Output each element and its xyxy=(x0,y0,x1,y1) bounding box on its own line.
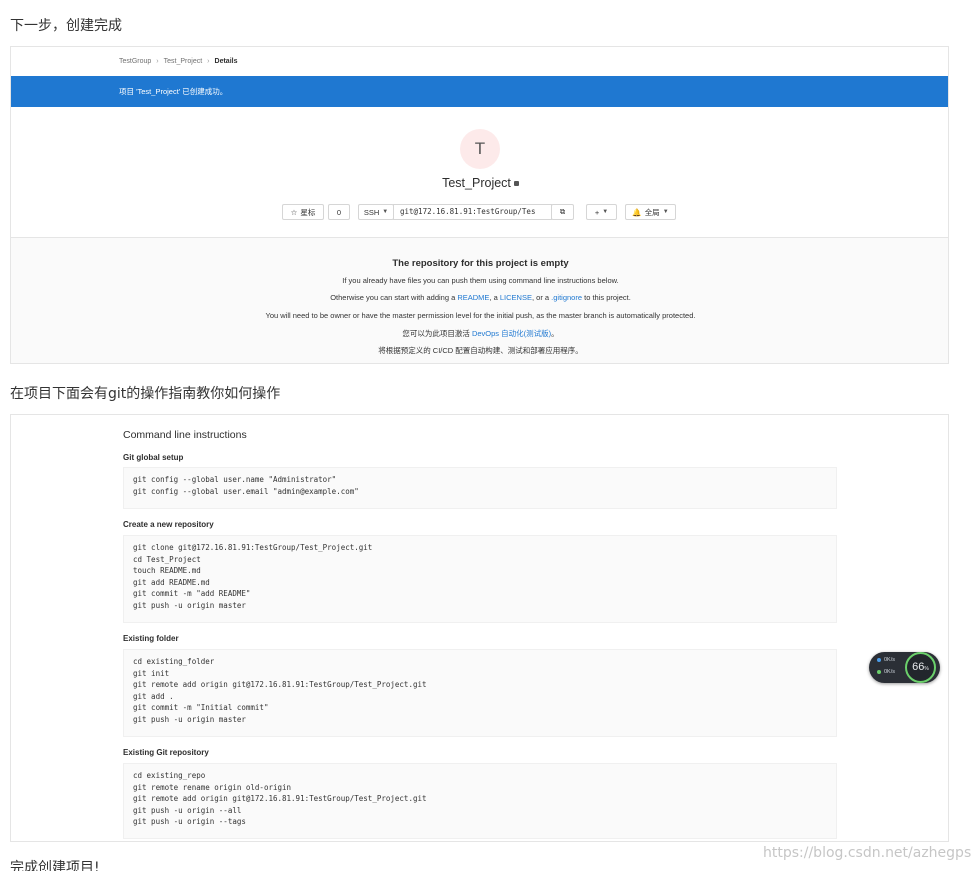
readme-link[interactable]: README xyxy=(457,293,489,302)
upload-speed-value: 0K/s xyxy=(884,657,896,663)
code-line: git remote rename origin old-origin xyxy=(133,782,292,792)
breadcrumb-current[interactable]: Details xyxy=(215,58,238,65)
notification-dropdown[interactable]: 🔔 全局 ▼ xyxy=(625,204,676,220)
code-line: git commit -m "Initial commit" xyxy=(133,703,269,712)
code-line: cd existing_folder xyxy=(133,657,215,666)
caret-down-icon: ▼ xyxy=(602,209,609,215)
clone-protocol-dropdown[interactable]: SSH ▼ xyxy=(358,204,394,220)
upload-speed: 0K/s xyxy=(877,657,895,663)
watermark: https://blog.csdn.net/azhegps xyxy=(763,845,972,861)
memory-usage-gauge: 66% xyxy=(905,652,936,683)
caret-down-icon: ▼ xyxy=(382,209,389,215)
project-name: Test_Project xyxy=(442,176,511,190)
text: 您可以为此项目激活 xyxy=(402,329,472,338)
breadcrumb-group[interactable]: TestGroup xyxy=(119,58,151,65)
usage-percent: 66 xyxy=(912,661,925,673)
text: , or a xyxy=(531,293,552,302)
empty-repo-line: Otherwise you can start with adding a RE… xyxy=(11,293,948,302)
star-button[interactable]: ☆ 星标 xyxy=(282,204,324,220)
chevron-right-icon: › xyxy=(207,58,210,65)
text: to this project. xyxy=(582,293,631,302)
code-line: git commit -m "add README" xyxy=(133,589,251,598)
code-line: git remote add origin git@172.16.81.91:T… xyxy=(133,794,427,803)
code-line: cd Test_Project xyxy=(133,554,201,564)
blog-text-done: 完成创建项目! xyxy=(10,860,100,871)
code-line: git push -u origin master xyxy=(133,600,246,610)
project-created-screenshot: TestGroup › Test_Project › Details 项目 'T… xyxy=(10,46,949,364)
section-title: Existing Git repository xyxy=(123,748,209,757)
empty-repo-line: 您可以为此项目激活 DevOps 自动化(测试版)。 xyxy=(11,328,948,339)
notification-label: 全局 xyxy=(644,207,660,217)
breadcrumb: TestGroup › Test_Project › Details xyxy=(119,58,237,65)
code-block[interactable]: cd existing_repo git remote rename origi… xyxy=(123,763,837,839)
empty-repo-title: The repository for this project is empty xyxy=(392,258,569,269)
project-avatar: T xyxy=(460,129,500,169)
devops-link[interactable]: DevOps 自动化(测试版) xyxy=(472,329,551,338)
section-title: Existing folder xyxy=(123,634,179,643)
star-count[interactable]: 0 xyxy=(328,204,350,220)
code-line: git add . xyxy=(133,691,174,701)
protocol-label: SSH xyxy=(363,207,380,217)
download-speed-value: 0K/s xyxy=(884,669,896,675)
blog-text-guide: 在项目下面会有git的操作指南教你如何操作 xyxy=(10,386,281,402)
code-line: git init xyxy=(133,668,170,678)
add-dropdown-button[interactable]: + ▼ xyxy=(586,204,617,220)
project-actions: ☆ 星标 0 SSH ▼ git@172.16.81.91:TestGroup/… xyxy=(11,204,948,220)
gitignore-link[interactable]: .gitignore xyxy=(551,293,582,302)
flash-success-banner: 项目 'Test_Project' 已创建成功。 xyxy=(11,76,948,107)
empty-repo-line: If you already have files you can push t… xyxy=(342,276,619,285)
empty-repo-line: You will need to be owner or have the ma… xyxy=(265,311,696,320)
code-line: git config --global user.name "Administr… xyxy=(133,475,337,484)
download-dot-icon xyxy=(877,670,881,674)
text: , a xyxy=(489,293,500,302)
license-link[interactable]: LICENSE xyxy=(500,293,532,302)
code-line: git add README.md xyxy=(133,577,210,587)
plus-icon: + xyxy=(594,207,600,217)
code-block[interactable]: git clone git@172.16.81.91:TestGroup/Tes… xyxy=(123,535,837,623)
code-line: cd existing_repo xyxy=(133,771,206,780)
project-title: Test_Project xyxy=(11,176,948,190)
lock-icon xyxy=(513,181,519,187)
code-line: git push -u origin --all xyxy=(133,805,242,815)
text: 。 xyxy=(551,329,559,338)
text: Otherwise you can start with adding a xyxy=(330,293,458,302)
breadcrumb-project[interactable]: Test_Project xyxy=(164,58,203,65)
code-line: git config --global user.email "admin@ex… xyxy=(133,486,359,496)
network-speed-widget[interactable]: 0K/s 0K/s 66% xyxy=(869,652,940,683)
section-title: Create a new repository xyxy=(123,520,214,529)
code-block[interactable]: git config --global user.name "Administr… xyxy=(123,467,837,509)
code-line: git push -u origin --tags xyxy=(133,817,246,826)
code-block[interactable]: cd existing_folder git init git remote a… xyxy=(123,649,837,737)
code-line: git remote add origin git@172.16.81.91:T… xyxy=(133,680,427,689)
section-title: Git global setup xyxy=(123,453,184,462)
copy-url-button[interactable]: ⧉ xyxy=(551,204,574,220)
upload-dot-icon xyxy=(877,658,881,662)
code-line: touch README.md xyxy=(133,566,201,575)
empty-repo-line: 将根据预定义的 CI/CD 配置自动构建、测试和部署应用程序。 xyxy=(378,346,583,355)
star-label: 星标 xyxy=(300,207,316,217)
usage-percent-unit: % xyxy=(924,666,929,672)
cli-instructions-screenshot: Command line instructions Git global set… xyxy=(10,414,949,842)
code-line: git clone git@172.16.81.91:TestGroup/Tes… xyxy=(133,543,373,552)
chevron-right-icon: › xyxy=(156,58,159,65)
cli-title: Command line instructions xyxy=(123,429,247,441)
clipboard-icon: ⧉ xyxy=(559,207,566,216)
download-speed: 0K/s xyxy=(877,669,895,675)
clone-url-input[interactable]: git@172.16.81.91:TestGroup/Tes xyxy=(393,204,552,220)
code-line: git push -u origin master xyxy=(133,714,246,724)
blog-text-step: 下一步，创建完成 xyxy=(10,18,122,34)
caret-down-icon: ▼ xyxy=(662,209,669,215)
bell-icon: 🔔 xyxy=(632,207,642,217)
star-icon: ☆ xyxy=(290,207,298,217)
